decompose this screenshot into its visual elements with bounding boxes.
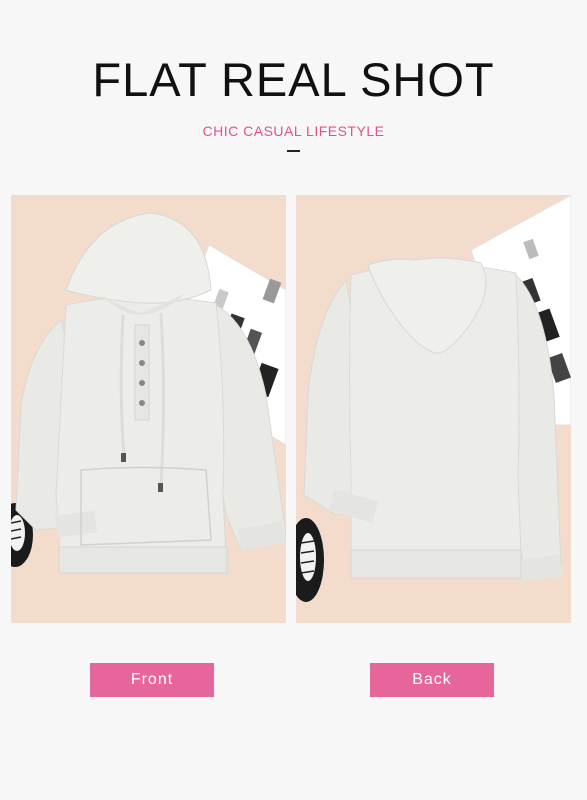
back-label-button[interactable]: Back (370, 663, 494, 697)
page-title: FLAT REAL SHOT (92, 53, 495, 106)
page-subtitle: CHIC CASUAL LIFESTYLE (202, 123, 385, 139)
front-label-button[interactable]: Front (90, 663, 214, 697)
front-photo (11, 195, 286, 623)
divider (287, 150, 300, 152)
back-photo (296, 195, 571, 623)
